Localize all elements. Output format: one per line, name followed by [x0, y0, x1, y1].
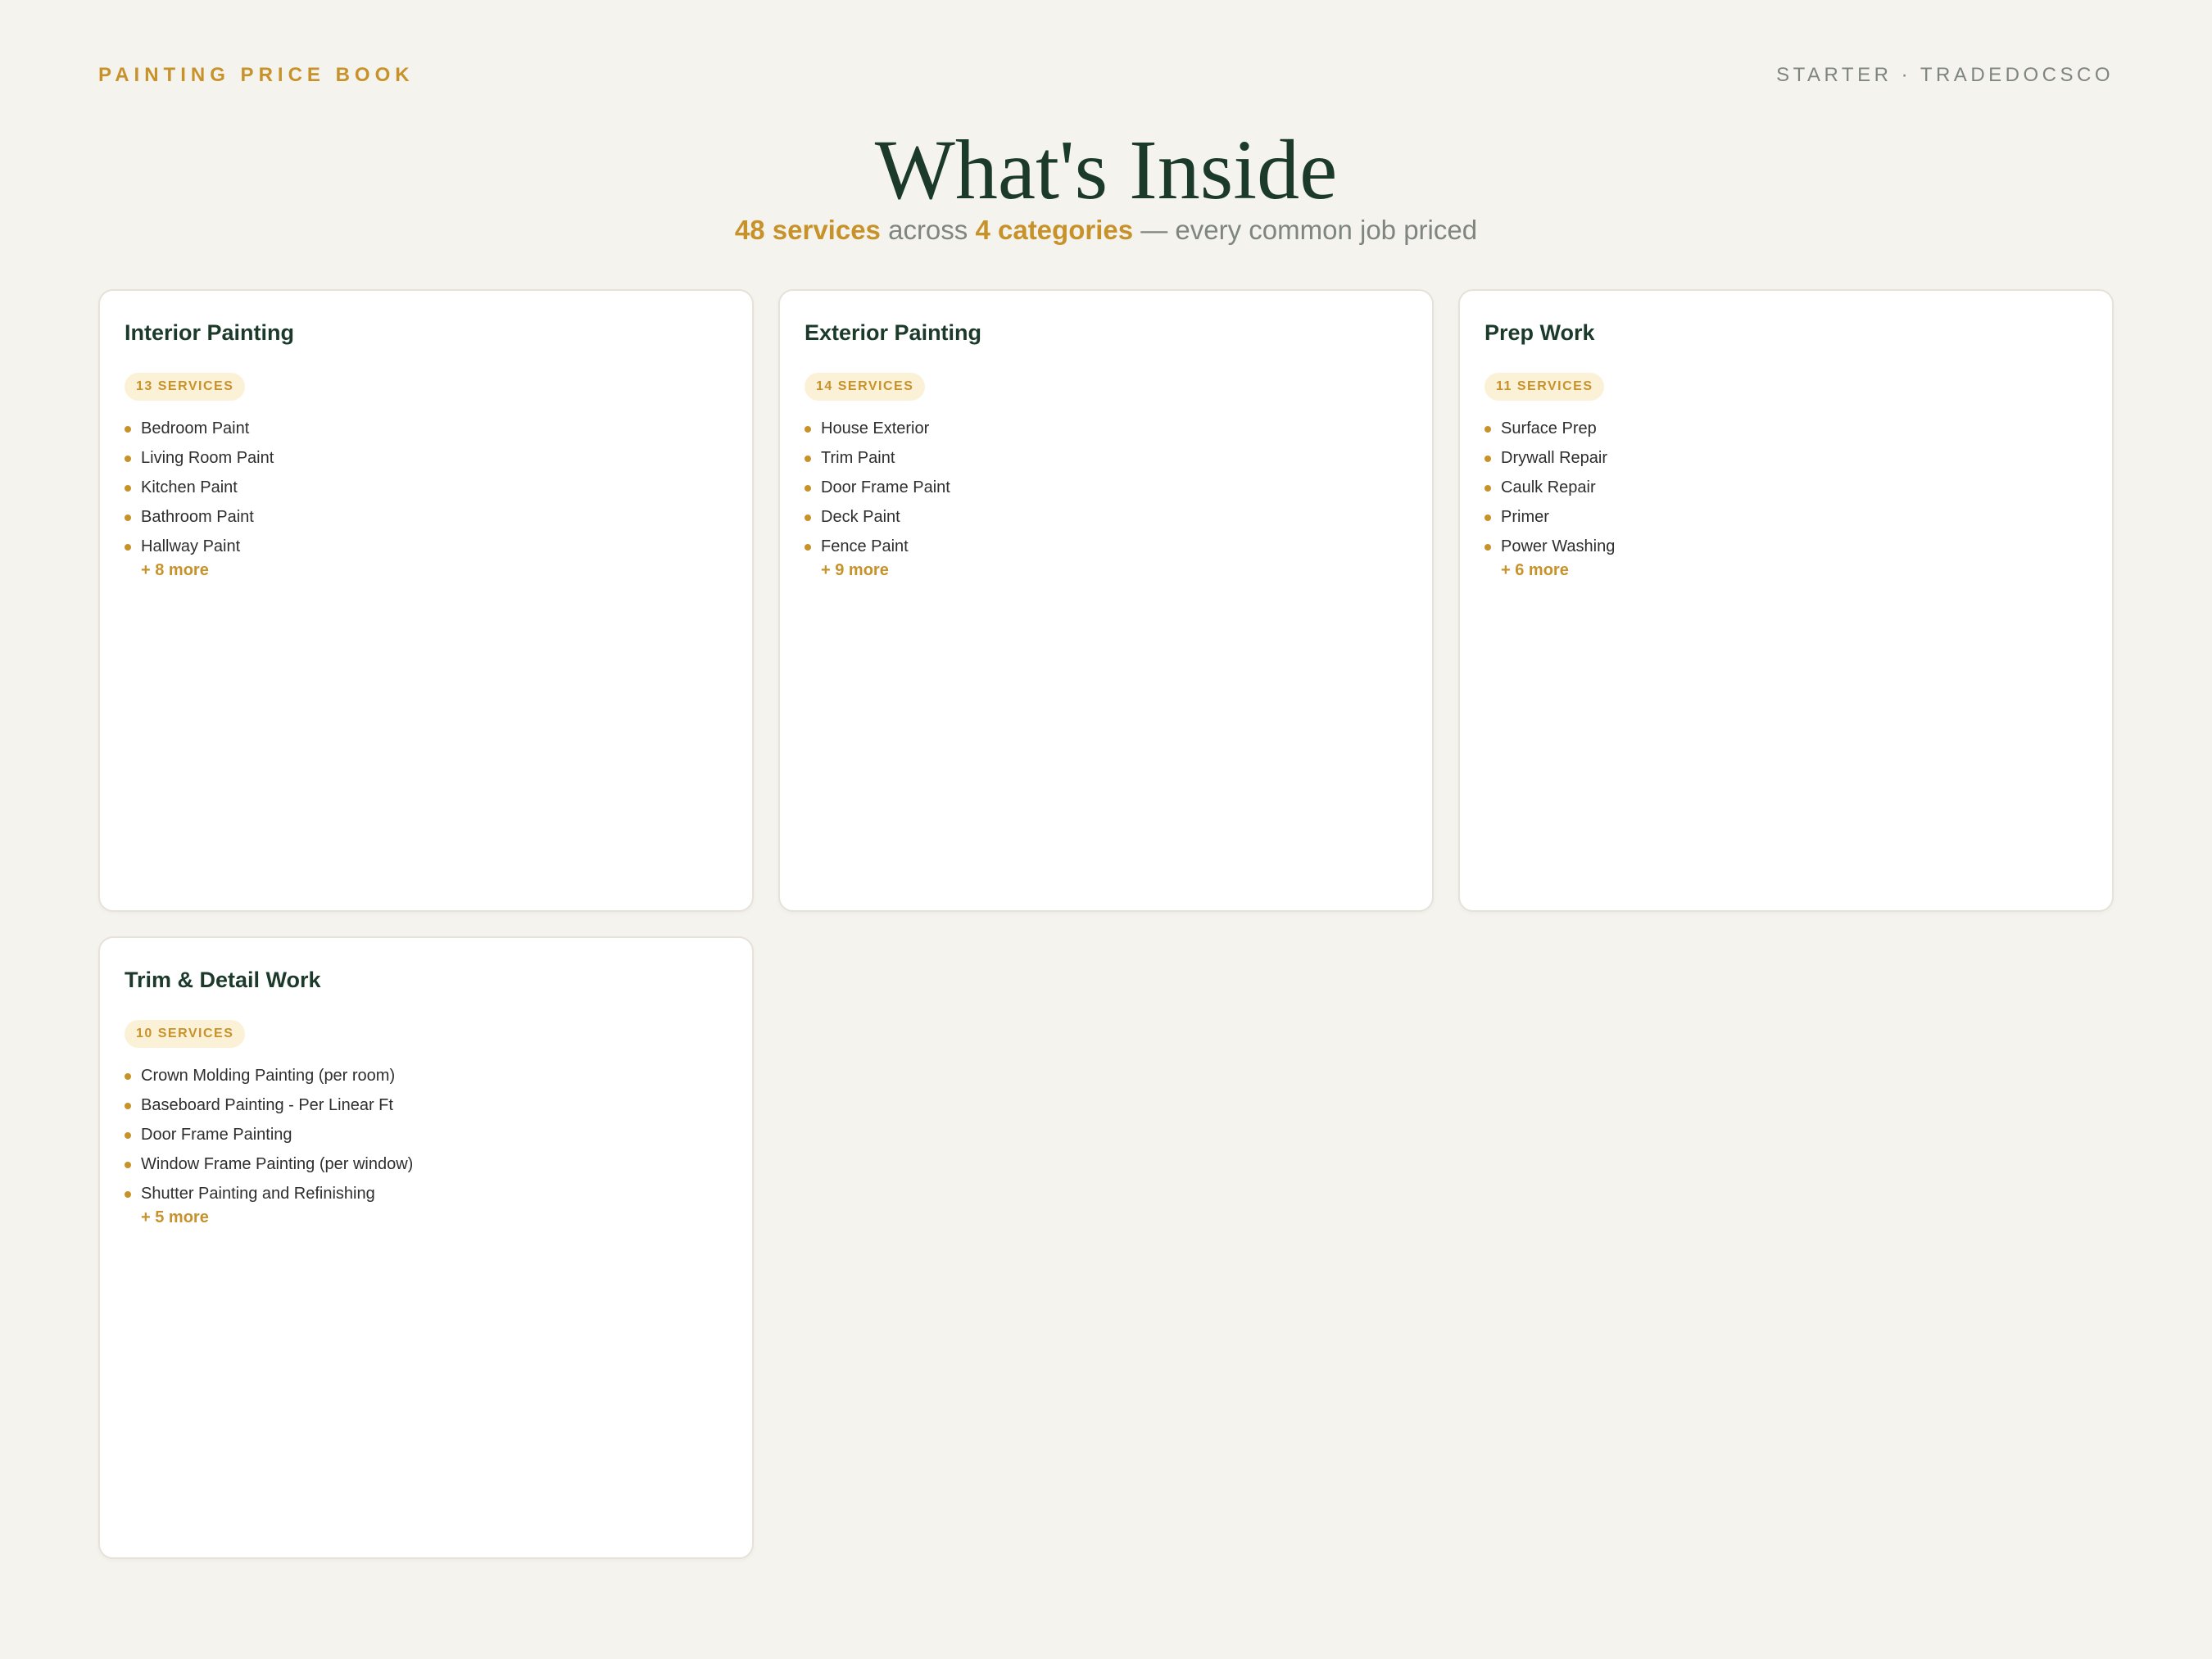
- list-item: Fence Paint: [805, 532, 950, 561]
- bullet-dot-icon: [1484, 514, 1491, 521]
- service-name: Primer: [1501, 508, 1549, 526]
- service-name: Crown Molding Painting (per room): [141, 1067, 396, 1085]
- service-name: Door Frame Painting: [141, 1126, 292, 1144]
- page-subtitle: 48 services across 4 categories — every …: [0, 215, 2212, 246]
- list-item: House Exterior: [805, 414, 950, 443]
- service-list: Crown Molding Painting (per room) Basebo…: [125, 1061, 413, 1208]
- service-name: Window Frame Painting (per window): [141, 1155, 414, 1173]
- service-list: Bedroom Paint Living Room Paint Kitchen …: [125, 414, 274, 561]
- list-item: Door Frame Painting: [125, 1120, 413, 1149]
- service-name: Shutter Painting and Refinishing: [141, 1185, 375, 1203]
- list-item: Baseboard Painting - Per Linear Ft: [125, 1090, 413, 1120]
- list-item: Shutter Painting and Refinishing: [125, 1179, 413, 1208]
- service-list: Surface Prep Drywall Repair Caulk Repair…: [1484, 414, 1615, 561]
- bullet-dot-icon: [1484, 544, 1491, 551]
- list-item: Trim Paint: [805, 443, 950, 473]
- card-title: Exterior Painting: [805, 320, 982, 345]
- services-count: 48 services: [734, 215, 881, 245]
- card-title: Prep Work: [1484, 320, 1595, 345]
- category-card-trim-detail-work: Trim & Detail Work 10 SERVICES Crown Mol…: [98, 936, 754, 1559]
- bullet-dot-icon: [125, 514, 131, 521]
- bullet-dot-icon: [125, 1191, 131, 1198]
- list-item: Primer: [1484, 502, 1615, 532]
- bullet-dot-icon: [805, 426, 811, 433]
- bullet-dot-icon: [125, 456, 131, 462]
- service-name: Door Frame Paint: [821, 478, 950, 496]
- list-item: Crown Molding Painting (per room): [125, 1061, 413, 1090]
- list-item: Deck Paint: [805, 502, 950, 532]
- service-name: House Exterior: [821, 419, 930, 437]
- brand-label: PAINTING PRICE BOOK: [98, 64, 415, 86]
- list-item: Door Frame Paint: [805, 473, 950, 502]
- bullet-dot-icon: [1484, 426, 1491, 433]
- list-item: Power Washing: [1484, 532, 1615, 561]
- category-card-prep-work: Prep Work 11 SERVICES Surface Prep Drywa…: [1458, 289, 2114, 912]
- bullet-dot-icon: [125, 1103, 131, 1109]
- list-item: Window Frame Painting (per window): [125, 1149, 413, 1179]
- service-name: Bedroom Paint: [141, 419, 250, 437]
- card-title: Trim & Detail Work: [125, 968, 321, 992]
- card-title: Interior Painting: [125, 320, 295, 345]
- subtitle-tagline: — every common job priced: [1140, 215, 1478, 245]
- service-name: Kitchen Paint: [141, 478, 238, 496]
- service-name: Trim Paint: [821, 449, 895, 467]
- service-name: Hallway Paint: [141, 537, 241, 555]
- service-name: Surface Prep: [1501, 419, 1597, 437]
- list-item: Kitchen Paint: [125, 473, 274, 502]
- tier-label: STARTER · TRADEDOCSCO: [1776, 64, 2114, 86]
- bullet-dot-icon: [125, 544, 131, 551]
- service-count-badge: 11 SERVICES: [1484, 373, 1605, 401]
- list-item: Drywall Repair: [1484, 443, 1615, 473]
- categories-count: 4 categories: [975, 215, 1134, 245]
- bullet-dot-icon: [125, 426, 131, 433]
- category-card-interior-painting: Interior Painting 13 SERVICES Bedroom Pa…: [98, 289, 754, 912]
- list-item: Caulk Repair: [1484, 473, 1615, 502]
- service-count-badge: 14 SERVICES: [805, 373, 926, 401]
- bullet-dot-icon: [125, 1073, 131, 1080]
- service-name: Bathroom Paint: [141, 508, 254, 526]
- category-card-exterior-painting: Exterior Painting 14 SERVICES House Exte…: [778, 289, 1434, 912]
- service-name: Deck Paint: [821, 508, 900, 526]
- page-title: What's Inside: [874, 123, 1338, 217]
- page: PAINTING PRICE BOOK STARTER · TRADEDOCSC…: [0, 0, 2212, 1659]
- bullet-dot-icon: [1484, 485, 1491, 492]
- subtitle-across: across: [888, 215, 968, 245]
- service-name: Fence Paint: [821, 537, 909, 555]
- service-name: Power Washing: [1501, 537, 1616, 555]
- service-count-badge: 13 SERVICES: [125, 373, 246, 401]
- more-services-link[interactable]: + 8 more: [141, 561, 209, 580]
- bullet-dot-icon: [805, 514, 811, 521]
- list-item: Bedroom Paint: [125, 414, 274, 443]
- service-name: Living Room Paint: [141, 449, 274, 467]
- list-item: Living Room Paint: [125, 443, 274, 473]
- list-item: Bathroom Paint: [125, 502, 274, 532]
- service-count-badge: 10 SERVICES: [125, 1020, 246, 1048]
- more-services-link[interactable]: + 6 more: [1501, 561, 1569, 580]
- bullet-dot-icon: [805, 485, 811, 492]
- service-list: House Exterior Trim Paint Door Frame Pai…: [805, 414, 950, 561]
- more-services-link[interactable]: + 9 more: [821, 561, 889, 580]
- service-name: Caulk Repair: [1501, 478, 1596, 496]
- more-services-link[interactable]: + 5 more: [141, 1208, 209, 1227]
- bullet-dot-icon: [125, 485, 131, 492]
- bullet-dot-icon: [805, 544, 811, 551]
- list-item: Surface Prep: [1484, 414, 1615, 443]
- bullet-dot-icon: [1484, 456, 1491, 462]
- service-name: Drywall Repair: [1501, 449, 1608, 467]
- list-item: Hallway Paint: [125, 532, 274, 561]
- service-name: Baseboard Painting - Per Linear Ft: [141, 1096, 393, 1114]
- bullet-dot-icon: [125, 1132, 131, 1139]
- bullet-dot-icon: [805, 456, 811, 462]
- bullet-dot-icon: [125, 1162, 131, 1168]
